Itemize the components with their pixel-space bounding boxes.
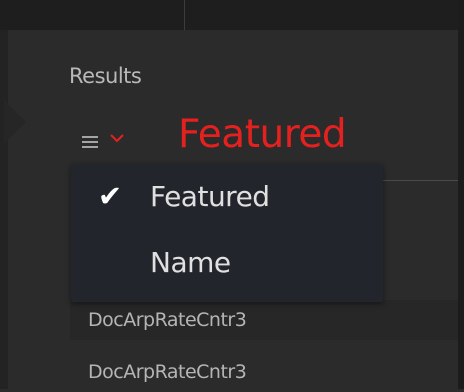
- dropdown-item-label: Name: [150, 245, 231, 279]
- results-heading: Results: [69, 64, 142, 88]
- right-edge: [458, 0, 464, 389]
- list-item-label: DocArpRateCntr3: [88, 361, 247, 383]
- dropdown-item-featured[interactable]: ✔ Featured: [71, 166, 383, 226]
- list-item-label: DocArpRateCntr3: [88, 309, 247, 331]
- hamburger-menu-icon[interactable]: [82, 136, 98, 148]
- sort-selected-value[interactable]: Featured: [178, 112, 347, 157]
- left-panel-edge: [0, 30, 8, 389]
- dropdown-item-name[interactable]: Name: [71, 232, 383, 292]
- sort-dropdown-menu: ✔ Featured Name: [71, 164, 383, 302]
- list-item[interactable]: DocArpRateCntr3: [70, 300, 458, 340]
- chevron-down-icon[interactable]: [108, 131, 126, 145]
- top-bar-divider: [184, 0, 185, 30]
- collapse-arrow-icon[interactable]: [4, 100, 26, 144]
- top-bar: [0, 0, 464, 30]
- checkmark-icon: ✔: [97, 179, 123, 213]
- dropdown-item-label: Featured: [150, 179, 270, 213]
- list-item[interactable]: DocArpRateCntr3: [70, 352, 458, 392]
